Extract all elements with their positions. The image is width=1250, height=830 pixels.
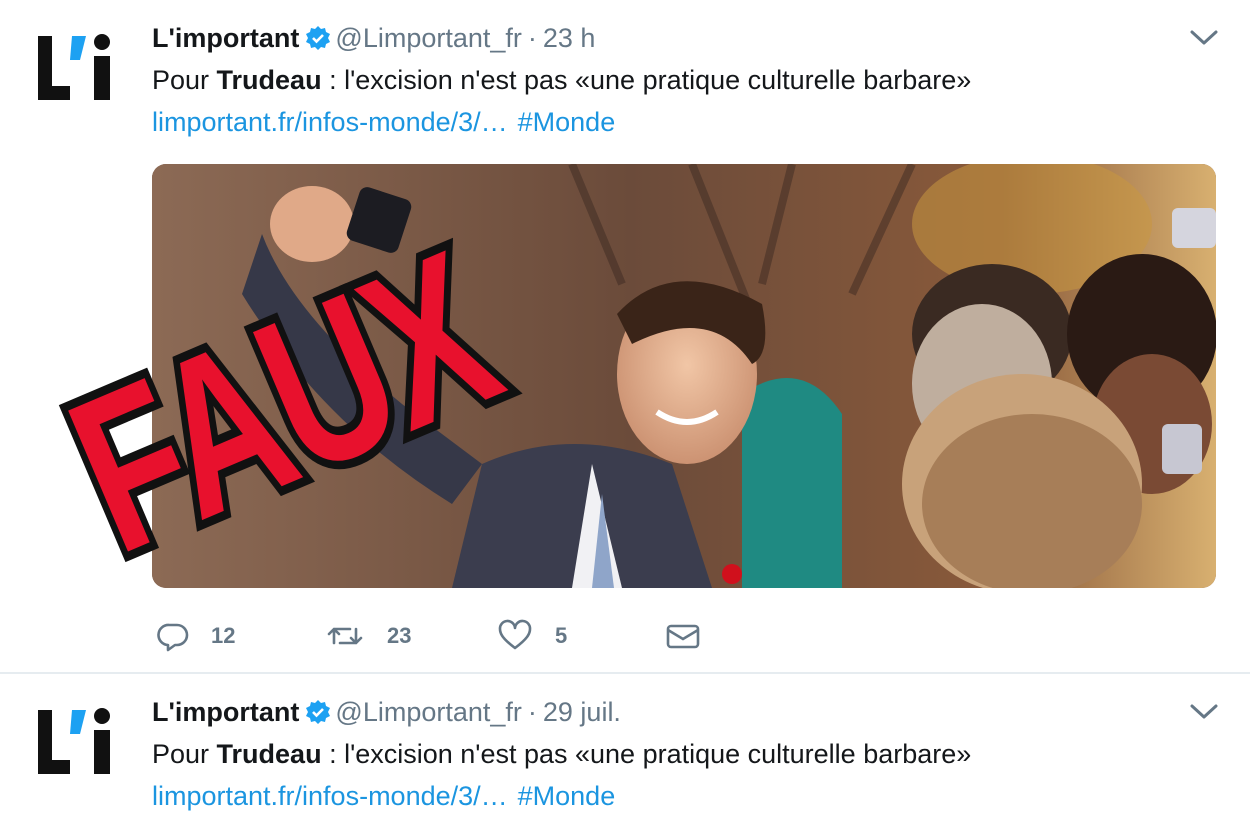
text-suffix: : l'excision n'est pas «une pratique cul… <box>321 739 972 769</box>
author-name[interactable]: L'important <box>152 23 299 53</box>
tweet-links: limportant.fr/infos-monde/3/… #Monde <box>152 104 615 140</box>
tweet-links: limportant.fr/infos-monde/3/… #Monde <box>152 778 615 814</box>
article-link[interactable]: limportant.fr/infos-monde/3/… <box>152 107 508 137</box>
retweet-icon <box>327 627 363 645</box>
hashtag-link[interactable]: #Monde <box>518 107 616 137</box>
timestamp[interactable]: 29 juil. <box>543 697 621 727</box>
text-bold: Trudeau <box>216 65 322 95</box>
verified-badge-icon <box>306 700 331 724</box>
verified-badge-icon <box>306 26 331 50</box>
text-suffix: : l'excision n'est pas «une pratique cul… <box>321 65 972 95</box>
tweet-actions: 12 23 5 <box>155 616 755 656</box>
tweet-header: L'important @Limportant_fr · 23 h <box>152 20 595 56</box>
avatar[interactable] <box>36 702 118 784</box>
limportant-logo-icon <box>38 34 110 100</box>
tweet-text: Pour Trudeau : l'excision n'est pas «une… <box>152 736 971 772</box>
chevron-down-icon[interactable] <box>1188 26 1220 48</box>
like-button[interactable]: 5 <box>497 616 567 656</box>
hashtag-link[interactable]: #Monde <box>518 781 616 811</box>
chevron-down-icon[interactable] <box>1188 700 1220 722</box>
avatar[interactable] <box>36 28 118 110</box>
separator: · <box>527 697 537 727</box>
tweet-text: Pour Trudeau : l'excision n'est pas «une… <box>152 62 971 98</box>
timestamp[interactable]: 23 h <box>543 23 596 53</box>
limportant-logo-icon <box>38 708 110 774</box>
reply-button[interactable]: 12 <box>155 616 235 656</box>
tweet[interactable]: L'important @Limportant_fr · 23 h Pour Trud… <box>0 0 1250 672</box>
direct-message-button[interactable] <box>665 616 701 656</box>
heart-icon <box>498 619 532 650</box>
photo-selfie-crowd <box>152 164 1216 588</box>
tweet[interactable]: L'important @Limportant_fr · 29 juil. Pour … <box>0 674 1250 830</box>
separator: · <box>527 23 537 53</box>
envelope-icon <box>666 624 700 649</box>
tweet-photo[interactable] <box>152 164 1216 588</box>
reply-count: 12 <box>211 623 236 648</box>
text-prefix: Pour <box>152 739 217 769</box>
retweet-button[interactable]: 23 <box>325 616 411 656</box>
text-bold: Trudeau <box>216 739 322 769</box>
author-name[interactable]: L'important <box>152 697 299 727</box>
reply-icon <box>157 623 189 652</box>
author-handle[interactable]: @Limportant_fr <box>335 697 521 727</box>
tweet-header: L'important @Limportant_fr · 29 juil. <box>152 694 621 730</box>
article-link[interactable]: limportant.fr/infos-monde/3/… <box>152 781 508 811</box>
retweet-count: 23 <box>387 623 412 648</box>
text-prefix: Pour <box>152 65 217 95</box>
author-handle[interactable]: @Limportant_fr <box>335 23 521 53</box>
like-count: 5 <box>555 623 568 648</box>
